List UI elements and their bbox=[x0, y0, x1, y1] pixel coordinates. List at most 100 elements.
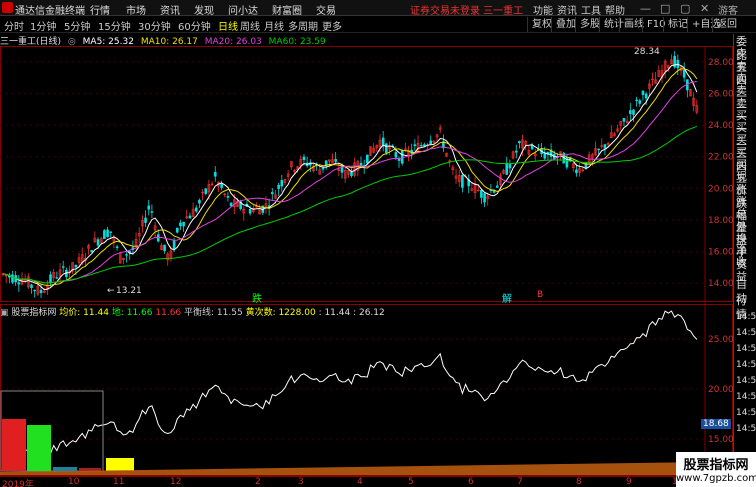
view-tab[interactable]: 返回 bbox=[712, 17, 741, 32]
candle-body bbox=[226, 196, 230, 198]
candle-body bbox=[147, 205, 151, 210]
candle-body bbox=[115, 246, 119, 249]
period-tab[interactable]: 日线 bbox=[218, 18, 238, 33]
candle-body bbox=[277, 184, 280, 189]
candle-body bbox=[394, 152, 398, 158]
toolbar-function[interactable]: 功能 bbox=[533, 2, 553, 17]
close-icon[interactable]: ✕ bbox=[700, 2, 709, 15]
tail-label: : 11.44 : 26.12 bbox=[318, 308, 385, 318]
period-tab[interactable]: 周线 bbox=[240, 18, 260, 33]
candle-body bbox=[321, 167, 325, 170]
ping-label: 平衡线: 11.55 bbox=[184, 308, 243, 318]
menu-wealth[interactable]: 财富圈 bbox=[272, 2, 302, 17]
side-panel-time[interactable]: 14:50 bbox=[736, 422, 756, 436]
candle-body bbox=[632, 109, 635, 115]
date-axis-label: 4 bbox=[357, 477, 363, 487]
title-bar: 通达信金融终端 行情 市场 资讯 发现 问小达 财富圈 交易 证券交易未登录 三… bbox=[0, 0, 756, 17]
yellow-bar bbox=[106, 458, 134, 471]
price-tick-label: 26.00 bbox=[708, 89, 733, 99]
period-tab[interactable]: 60分钟 bbox=[178, 18, 211, 33]
candle-body bbox=[480, 189, 483, 198]
candle-body bbox=[597, 148, 600, 151]
candle-body bbox=[175, 227, 179, 233]
bottom-band bbox=[0, 462, 705, 475]
menu-market[interactable]: 市场 bbox=[126, 2, 146, 17]
candle-body bbox=[644, 93, 648, 99]
candle-body bbox=[682, 69, 686, 78]
period-tab[interactable]: 5分钟 bbox=[64, 18, 90, 33]
candle-body bbox=[144, 217, 147, 223]
candle-body bbox=[530, 144, 534, 150]
toolbar-tools[interactable]: 工具 bbox=[581, 2, 601, 17]
date-axis-label: 9 bbox=[626, 477, 632, 487]
candle-body bbox=[461, 174, 464, 188]
restore-icon[interactable]: □ bbox=[660, 2, 670, 15]
darkred-bar bbox=[79, 468, 101, 471]
candle-body bbox=[55, 277, 59, 279]
indicator-panel-frame bbox=[0, 304, 733, 476]
candle-body bbox=[280, 180, 284, 187]
menu-ask[interactable]: 问小达 bbox=[228, 2, 258, 17]
candle-body bbox=[400, 150, 404, 164]
menu-discover[interactable]: 发现 bbox=[194, 2, 214, 17]
candle-body bbox=[172, 240, 176, 249]
candle-body bbox=[11, 274, 14, 283]
candle-body bbox=[61, 266, 65, 268]
candle-body bbox=[229, 202, 233, 207]
candle-body bbox=[198, 199, 201, 204]
guest-label: 游客 bbox=[718, 6, 738, 17]
side-panel-time[interactable]: 14:50 bbox=[736, 342, 756, 356]
period-tab[interactable]: 更多 bbox=[322, 18, 342, 33]
menu-news[interactable]: 资讯 bbox=[160, 2, 180, 17]
period-tab[interactable]: 多周期 bbox=[288, 18, 318, 33]
date-axis-label: 6 bbox=[468, 477, 474, 487]
avg-label: 均价: 11.44 bbox=[59, 308, 109, 318]
signal-b: B bbox=[537, 290, 544, 300]
indicator-icon[interactable]: ▣ bbox=[0, 308, 9, 318]
side-panel-time[interactable]: 14:50 bbox=[736, 326, 756, 340]
candle-body bbox=[334, 159, 337, 162]
date-axis-label: 12 bbox=[170, 477, 182, 487]
period-tab[interactable]: 15分钟 bbox=[98, 18, 131, 33]
date-axis-label: 5 bbox=[408, 477, 414, 487]
side-panel-time[interactable]: 14:50 bbox=[736, 406, 756, 420]
candle-body bbox=[74, 264, 78, 268]
candle-body bbox=[194, 207, 198, 212]
high-price-label: 28.34 bbox=[634, 47, 660, 57]
toolbar-help[interactable]: 帮助 bbox=[605, 2, 625, 17]
side-panel-time[interactable]: 14:50 bbox=[736, 390, 756, 404]
ma20-line bbox=[2, 81, 697, 284]
candle-body bbox=[584, 161, 588, 169]
candle-body bbox=[33, 289, 36, 292]
menu-quotes[interactable]: 行情 bbox=[90, 2, 110, 17]
period-tab[interactable]: 1分钟 bbox=[30, 18, 56, 33]
candle-body bbox=[385, 143, 388, 153]
period-tab[interactable]: 30分钟 bbox=[138, 18, 171, 33]
candle-body bbox=[423, 144, 426, 147]
toolbar-news[interactable]: 资讯 bbox=[557, 2, 577, 17]
period-tab[interactable]: 月线 bbox=[264, 18, 284, 33]
menu-trade[interactable]: 交易 bbox=[316, 2, 336, 17]
maximize-icon[interactable]: ▢ bbox=[680, 2, 690, 15]
side-panel-time[interactable]: 14:50 bbox=[736, 374, 756, 388]
candle-body bbox=[103, 230, 106, 240]
minimize-icon[interactable]: — bbox=[640, 2, 651, 15]
candle-body bbox=[204, 188, 208, 194]
app-logo-icon bbox=[2, 2, 13, 13]
price-tick-label: 24.00 bbox=[708, 121, 733, 131]
candle-body bbox=[518, 141, 521, 144]
date-axis-label: 7 bbox=[517, 477, 523, 487]
login-notice[interactable]: 证券交易未登录 三一重工 bbox=[410, 2, 523, 17]
chart-area[interactable]: 28.00 26.00 24.00 22.00 20.00 18.00 16.00 14.00… bbox=[0, 34, 733, 476]
side-panel-time[interactable]: 14:50 bbox=[736, 310, 756, 324]
candle-body bbox=[508, 163, 512, 169]
signal-jie: 解 bbox=[502, 294, 512, 305]
candle-body bbox=[638, 100, 642, 104]
date-axis-label: 8 bbox=[576, 477, 582, 487]
candle-body bbox=[188, 215, 192, 219]
candle-body bbox=[543, 153, 547, 159]
indicator-name: 股票指标网 bbox=[11, 308, 57, 318]
period-tab[interactable]: 分时 bbox=[4, 18, 24, 33]
side-panel-time[interactable]: 14:50 bbox=[736, 358, 756, 372]
signal-die: 跌 bbox=[252, 294, 262, 305]
